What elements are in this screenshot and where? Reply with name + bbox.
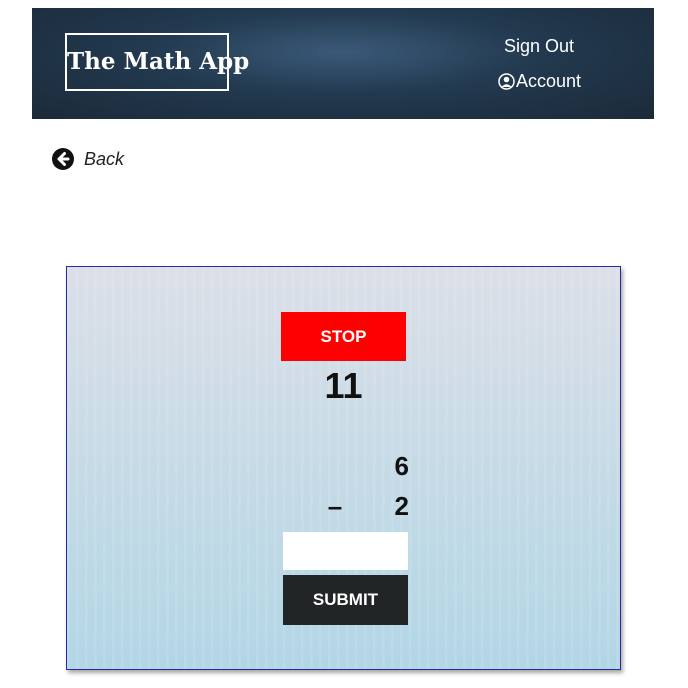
sign-out-link[interactable]: Sign Out <box>504 36 574 57</box>
back-link[interactable]: Back <box>52 148 124 170</box>
arrow-left-circle-icon <box>52 148 74 170</box>
back-label: Back <box>84 148 125 169</box>
answer-input[interactable] <box>283 532 408 570</box>
user-circle-icon <box>498 73 515 90</box>
operand-top: 6 <box>394 451 409 481</box>
submit-button[interactable]: SUBMIT <box>283 575 408 625</box>
operand-bottom: 2 <box>394 491 409 521</box>
operator-sign: – <box>327 491 343 521</box>
stop-button[interactable]: STOP <box>281 312 406 361</box>
app-logo[interactable]: The Math App <box>65 33 249 91</box>
account-label: Account <box>516 71 582 91</box>
timer-display: 11 <box>324 365 363 406</box>
quiz-panel: STOP 11 6 – 2 SUBMIT <box>66 266 621 670</box>
account-link[interactable]: Account <box>498 71 581 92</box>
app-header: The Math App Sign Out Account <box>32 8 654 119</box>
